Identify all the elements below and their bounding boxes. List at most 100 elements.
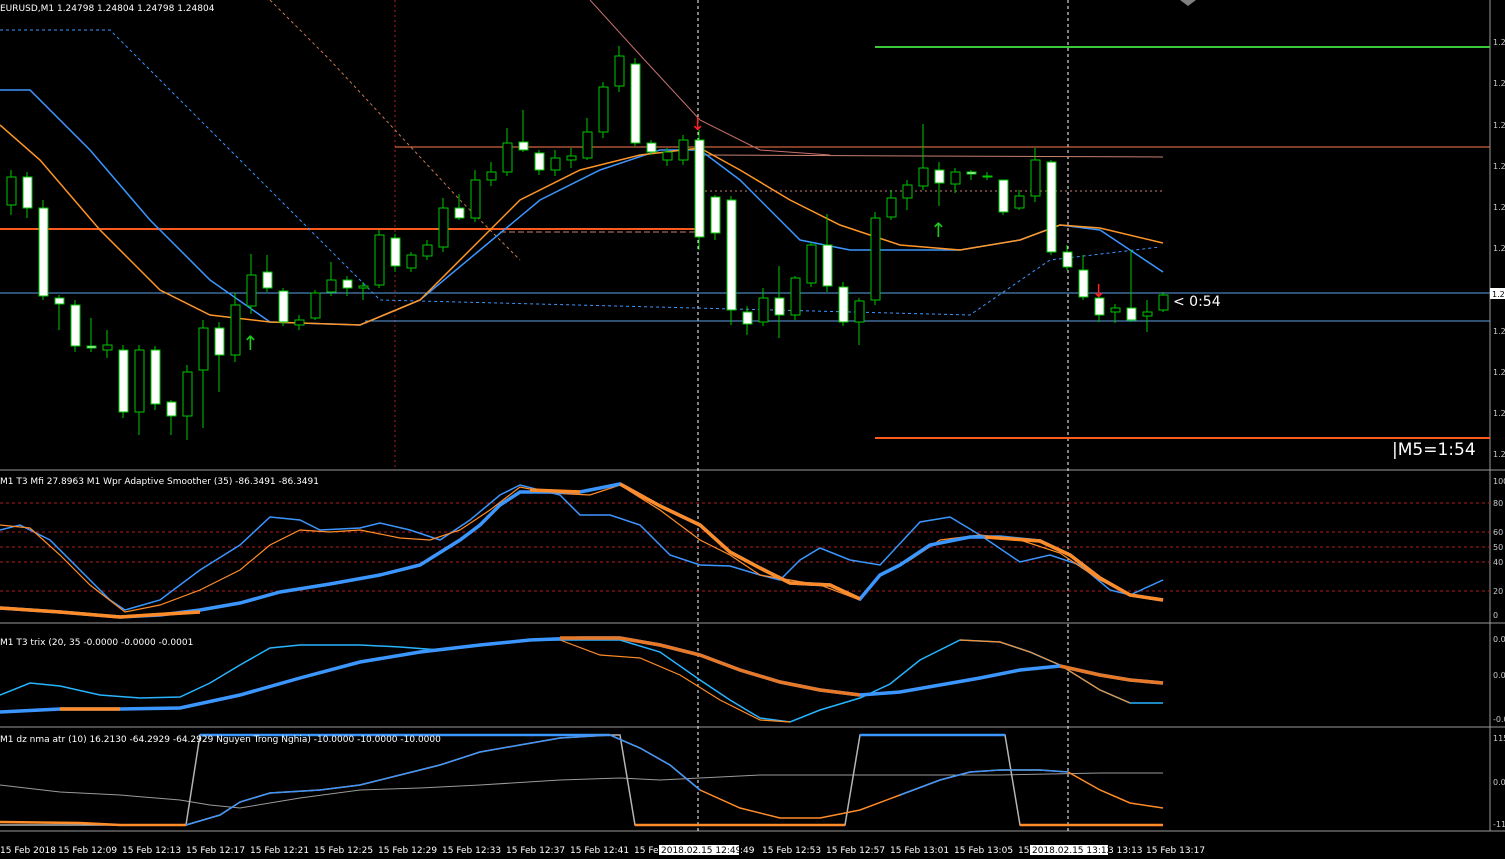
indicator-panel-mfi[interactable]: M1 T3 Mfi 27.8963 M1 Wpr Adaptive Smooth… <box>0 477 1505 620</box>
bull-candle[interactable] <box>550 157 561 171</box>
nma-step-line <box>0 734 1163 826</box>
mfi-smooth-line-down <box>529 488 581 494</box>
time-highlight-text: 2018.02.15 12:49 <box>661 846 742 855</box>
bull-candle[interactable] <box>6 176 17 206</box>
bear-candle[interactable] <box>630 63 641 144</box>
bull-candle[interactable] <box>470 179 481 219</box>
bull-candle[interactable] <box>134 349 145 413</box>
bull-candle[interactable] <box>246 274 257 307</box>
bear-candle[interactable] <box>70 304 81 347</box>
bull-candle[interactable] <box>806 244 817 284</box>
bear-candle[interactable] <box>150 349 161 405</box>
mfi-smooth-line[interactable] <box>0 482 1164 619</box>
bear-candle[interactable] <box>934 169 945 184</box>
bull-candle[interactable] <box>198 327 209 371</box>
level-label: 0.0 <box>1493 671 1505 680</box>
bull-candle[interactable] <box>598 86 609 133</box>
level-label: 100 <box>1493 477 1505 486</box>
bear-candle[interactable] <box>726 199 737 311</box>
bull-candle[interactable] <box>406 254 417 269</box>
bull-candle[interactable] <box>326 279 337 293</box>
trix-signal-line[interactable] <box>0 636 1164 714</box>
bear-candle[interactable] <box>86 345 97 349</box>
bull-candle[interactable] <box>182 371 193 417</box>
time-label: 15 Feb 13:17 <box>1146 846 1205 855</box>
bull-candle[interactable] <box>1158 294 1169 311</box>
candle-countdown: < 0:54 <box>1173 294 1221 310</box>
bull-candle[interactable] <box>1014 195 1025 209</box>
bear-candle[interactable] <box>22 176 33 209</box>
bull-candle[interactable] <box>678 139 689 161</box>
indicator-panel-nma[interactable]: M1 dz nma atr (10) 16.2130 -64.2929 -64.… <box>0 733 1505 829</box>
bull-candle[interactable] <box>1142 311 1153 317</box>
bear-candle[interactable] <box>534 152 545 171</box>
m5-timer-label: |M5=1:54 <box>1392 440 1476 460</box>
time-label: 15 Feb 12:53 <box>762 846 821 855</box>
bull-candle[interactable] <box>358 285 369 289</box>
price-label: 1.2 <box>1493 244 1505 253</box>
bull-candle[interactable] <box>582 131 593 159</box>
bear-candle[interactable] <box>982 175 993 178</box>
bull-candle[interactable] <box>374 234 385 286</box>
bull-candle[interactable] <box>918 167 929 187</box>
bull-candle[interactable] <box>870 217 881 301</box>
bull-candle[interactable] <box>758 297 769 323</box>
bull-candle[interactable] <box>790 277 801 316</box>
bull-candle[interactable] <box>662 151 673 161</box>
time-label: :49 <box>740 846 755 855</box>
bull-candle[interactable] <box>422 244 433 257</box>
bear-candle[interactable] <box>742 311 753 325</box>
price-axis: 1.2 1.2 1.2 1.2 1.2 1.2 1.2 1.2 1.2 1.2 <box>1493 38 1505 459</box>
bull-candle[interactable] <box>886 197 897 218</box>
level-label: -11 <box>1493 820 1505 829</box>
bear-candle[interactable] <box>390 237 401 267</box>
price-label: 1.2 <box>1493 79 1505 88</box>
bear-candle[interactable] <box>54 297 65 305</box>
chart-canvas[interactable]: ↑ ↑ ↓ ↓ EURUSD,M1 1.24798 1.24804 1.2479… <box>0 0 1505 856</box>
indicator-panel-trix[interactable]: M1 T3 trix (20, 35 -0.0000 -0.0000 -0.00… <box>0 635 1505 724</box>
bear-candle[interactable] <box>1126 307 1137 321</box>
bull-candle[interactable] <box>486 171 497 181</box>
bear-candle[interactable] <box>694 139 705 238</box>
level-label: 50 <box>1493 543 1503 552</box>
bull-candle[interactable] <box>230 304 241 356</box>
bear-candle[interactable] <box>1046 161 1057 253</box>
bear-candle[interactable] <box>838 286 849 323</box>
bull-candle[interactable] <box>102 344 113 351</box>
bear-candle[interactable] <box>262 271 273 289</box>
bear-candle[interactable] <box>966 171 977 175</box>
bear-candle[interactable] <box>710 196 721 234</box>
bull-candle[interactable] <box>294 319 305 326</box>
bull-candle[interactable] <box>1030 159 1041 197</box>
bear-candle[interactable] <box>214 327 225 356</box>
price-label: 1.2 <box>1493 203 1505 212</box>
bear-candle[interactable] <box>1062 251 1073 268</box>
bull-candle[interactable] <box>438 207 449 248</box>
bear-candle[interactable] <box>38 207 49 297</box>
bear-candle[interactable] <box>998 179 1009 213</box>
bull-candle[interactable] <box>1110 307 1121 313</box>
indicator-header: M1 dz nma atr (10) 16.2130 -64.2929 -64.… <box>0 735 441 745</box>
bull-candle[interactable] <box>310 292 321 319</box>
bull-candle[interactable] <box>614 55 625 87</box>
bear-candle[interactable] <box>454 207 465 219</box>
bear-candle[interactable] <box>518 141 529 151</box>
bull-candle[interactable] <box>902 184 913 199</box>
time-axis: 15 Feb 2018 15 Feb 12:09 15 Feb 12:13 15… <box>0 845 1205 856</box>
bear-candle[interactable] <box>822 244 833 287</box>
bull-candle[interactable] <box>854 300 865 323</box>
level-label: 0.0 <box>1493 635 1505 644</box>
bear-candle[interactable] <box>342 279 353 289</box>
bear-candle[interactable] <box>278 290 289 323</box>
bear-candle[interactable] <box>118 349 129 413</box>
bull-candle[interactable] <box>566 155 577 161</box>
bull-candle[interactable] <box>502 142 513 173</box>
bear-candle[interactable] <box>774 297 785 316</box>
price-label: 1.2 <box>1493 327 1505 336</box>
level-label: 40 <box>1493 558 1503 567</box>
bear-candle[interactable] <box>1078 269 1089 298</box>
bear-candle[interactable] <box>646 142 657 153</box>
bull-candle[interactable] <box>950 171 961 185</box>
main-chart-area[interactable] <box>0 0 1490 468</box>
bear-candle[interactable] <box>166 401 177 417</box>
